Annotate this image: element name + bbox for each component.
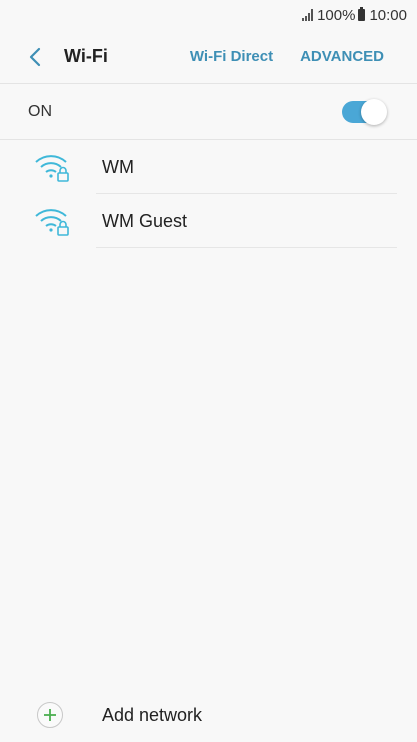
divider [96,247,397,248]
battery-percentage: 100% [317,6,356,24]
wifi-lock-icon [32,150,72,184]
network-name: WM [102,156,134,177]
add-network-label: Add network [102,704,203,725]
back-arrow-icon [29,47,41,66]
app-bar: Wi-Fi Wi-Fi Direct ADVANCED [0,30,417,84]
add-network-button[interactable]: Add network [0,695,417,735]
back-button[interactable] [20,37,50,77]
wifi-toggle-row[interactable]: ON [0,84,417,140]
network-name: WM Guest [102,210,188,231]
wifi-lock-icon [32,204,72,238]
wifi-toggle-switch[interactable] [342,98,387,125]
network-item-wm-guest[interactable]: WM Guest [0,194,417,248]
status-bar: 100% 10:00 [0,0,417,30]
network-item-wm[interactable]: WM [0,140,417,194]
switch-knob [361,98,387,125]
clock: 10:00 [369,6,407,24]
signal-icon [302,9,314,21]
add-circle [37,702,63,728]
network-list: WM WM Guest [0,140,417,248]
plus-icon [44,709,56,721]
battery-icon [358,7,366,21]
wifi-direct-button[interactable]: Wi-Fi Direct [190,48,273,65]
wifi-toggle-label: ON [28,102,52,120]
page-title: Wi-Fi [64,46,108,66]
advanced-button[interactable]: ADVANCED [300,48,384,65]
